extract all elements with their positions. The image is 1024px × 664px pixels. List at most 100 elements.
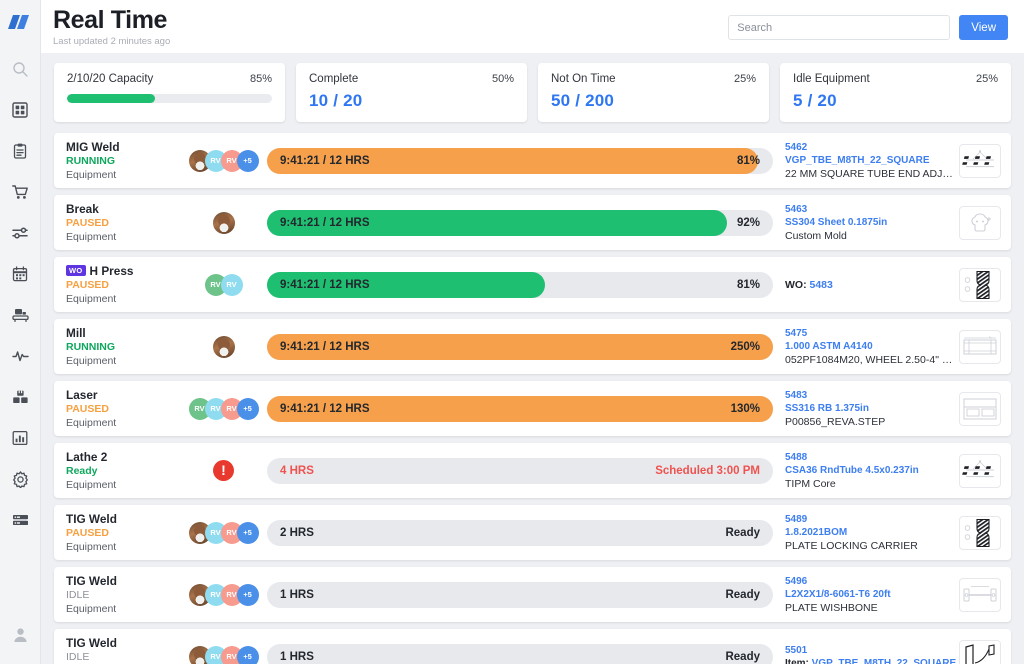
avatar[interactable]: +5 [237, 584, 259, 606]
row-progress: 9:41:21 / 12 HRS 130% [261, 396, 781, 422]
stat-card[interactable]: Idle Equipment25%5 / 20 [780, 63, 1011, 122]
equipment-row[interactable]: TIG WeldIDLEEquipmentRVRV+51 HRSReady549… [54, 567, 1011, 622]
detail-subtitle[interactable]: 1.8.2021BOM [785, 526, 959, 539]
progress-track[interactable]: 9:41:21 / 12 HRS92% [267, 210, 773, 236]
progress-track[interactable]: 1 HRSReady [267, 644, 773, 664]
stat-percent: 25% [976, 73, 998, 85]
page-header: Real Time Last updated 2 minutes ago Vie… [41, 0, 1024, 53]
detail-id[interactable]: 5462 [785, 141, 959, 154]
equipment-name: Break [66, 202, 99, 216]
detail-subtitle[interactable]: CSA36 RndTube 4.5x0.237in [785, 464, 959, 477]
progress-status-label: Ready [725, 589, 760, 601]
row-progress: 2 HRSReady [261, 520, 781, 546]
stat-percent: 85% [250, 73, 272, 85]
server-icon[interactable] [3, 503, 37, 537]
progress-track[interactable]: 4 HRSScheduled 3:00 PM [267, 458, 773, 484]
equipment-row[interactable]: MIG WeldRUNNINGEquipmentRVRV+59:41:21 / … [54, 133, 1011, 188]
detail-subtitle[interactable]: SS304 Sheet 0.1875in [785, 216, 959, 229]
avatar[interactable]: RV [221, 274, 243, 296]
avatar[interactable]: +5 [237, 150, 259, 172]
header-actions: View [728, 6, 1008, 40]
part-thumbnail[interactable] [959, 206, 1001, 240]
detail-id[interactable]: 5488 [785, 451, 959, 464]
equipment-name: H Press [90, 264, 134, 278]
inventory-icon[interactable] [3, 380, 37, 414]
stat-card[interactable]: Not On Time25%50 / 200 [538, 63, 769, 122]
sidebar [0, 0, 41, 664]
equipment-name: TIG Weld [66, 574, 117, 588]
detail-id[interactable]: 5501 [785, 644, 959, 657]
progress-time-label: 1 HRS [267, 651, 314, 663]
stat-card[interactable]: Complete50%10 / 20 [296, 63, 527, 122]
app-logo[interactable] [5, 10, 35, 34]
detail-id[interactable]: 5463 [785, 203, 959, 216]
search-input[interactable] [728, 15, 950, 40]
avatar[interactable] [213, 336, 235, 358]
capacity-fill [67, 94, 155, 103]
detail-description: TIPM Core [785, 477, 959, 491]
calendar-icon[interactable] [3, 257, 37, 291]
detail-subtitle[interactable]: SS316 RB 1.375in [785, 402, 959, 415]
part-thumbnail[interactable] [959, 578, 1001, 612]
equipment-row[interactable]: BreakPAUSEDEquipment9:41:21 / 12 HRS92%5… [54, 195, 1011, 250]
part-thumbnail[interactable] [959, 144, 1001, 178]
clipboard-icon[interactable] [3, 134, 37, 168]
detail-id[interactable]: 5489 [785, 513, 959, 526]
progress-track[interactable]: 9:41:21 / 12 HRS250% [267, 334, 773, 360]
equipment-type: Equipment [66, 168, 186, 182]
work-order-ref[interactable]: WO: 5483 [785, 279, 959, 291]
equipment-row[interactable]: LaserPAUSEDEquipmentRVRVRV+59:41:21 / 12… [54, 381, 1011, 436]
part-thumbnail[interactable] [959, 640, 1001, 664]
detail-id[interactable]: 5475 [785, 327, 959, 340]
part-thumbnail[interactable] [959, 454, 1001, 488]
detail-subtitle[interactable]: VGP_TBE_M8TH_22_SQUARE [785, 154, 959, 167]
equipment-row[interactable]: TIG WeldIDLEEquipmentRVRV+51 HRSReady550… [54, 629, 1011, 664]
progress-time-label: 9:41:21 / 12 HRS [267, 403, 370, 415]
part-thumbnail[interactable] [959, 516, 1001, 550]
detail-subtitle[interactable]: 1.000 ASTM A4140 [785, 340, 959, 353]
detail-subtitle[interactable]: VGP_TBE_M8TH_22_SQUARE [812, 658, 957, 664]
avatar[interactable]: +5 [237, 522, 259, 544]
progress-track[interactable]: 1 HRSReady [267, 582, 773, 608]
transfer-icon[interactable] [3, 216, 37, 250]
search-icon[interactable] [3, 52, 37, 86]
cart-icon[interactable] [3, 175, 37, 209]
avatar[interactable]: +5 [237, 398, 259, 420]
row-label: WOH PressPAUSEDEquipment [66, 264, 186, 306]
avatar[interactable]: +5 [237, 646, 259, 664]
stat-card[interactable]: 2/10/20 Capacity85% [54, 63, 285, 122]
work-order-number[interactable]: 5483 [810, 279, 833, 291]
pulse-icon[interactable] [3, 339, 37, 373]
detail-id[interactable]: 5496 [785, 575, 959, 588]
bar-chart-icon[interactable] [3, 421, 37, 455]
view-button[interactable]: View [959, 15, 1008, 40]
equipment-name-wrap: TIG Weld [66, 574, 186, 588]
equipment-row[interactable]: TIG WeldPAUSEDEquipmentRVRV+52 HRSReady5… [54, 505, 1011, 560]
equipment-name: Lathe 2 [66, 450, 107, 464]
dashboard-icon[interactable] [3, 93, 37, 127]
gear-icon[interactable] [3, 462, 37, 496]
stat-label: Complete [309, 73, 358, 85]
part-thumbnail[interactable] [959, 392, 1001, 426]
machine-icon[interactable] [3, 298, 37, 332]
equipment-row[interactable]: WOH PressPAUSEDEquipmentRVRV9:41:21 / 12… [54, 257, 1011, 312]
progress-status-label: 130% [731, 403, 760, 415]
stat-percent: 25% [734, 73, 756, 85]
detail-id[interactable]: 5483 [785, 389, 959, 402]
progress-track[interactable]: 9:41:21 / 12 HRS 130% [267, 396, 773, 422]
progress-track[interactable]: 9:41:21 / 12 HRS81% [267, 272, 773, 298]
detail-subtitle[interactable]: L2X2X1/8-6061-T6 20ft [785, 588, 959, 601]
user-icon[interactable] [3, 618, 37, 652]
avatar[interactable] [213, 212, 235, 234]
stat-header: Not On Time25% [551, 73, 756, 85]
equipment-type: Equipment [66, 602, 186, 616]
equipment-row[interactable]: MillRUNNINGEquipment9:41:21 / 12 HRS250%… [54, 319, 1011, 374]
progress-track[interactable]: 9:41:21 / 12 HRS81% [267, 148, 773, 174]
detail-description: 22 MM SQUARE TUBE END ADJUS... [785, 167, 959, 181]
part-thumbnail[interactable] [959, 330, 1001, 364]
main-content: Real Time Last updated 2 minutes ago Vie… [41, 0, 1024, 664]
part-thumbnail[interactable] [959, 268, 1001, 302]
equipment-row[interactable]: Lathe 2ReadyEquipment!4 HRSScheduled 3:0… [54, 443, 1011, 498]
alert-icon[interactable]: ! [213, 460, 234, 481]
progress-track[interactable]: 2 HRSReady [267, 520, 773, 546]
